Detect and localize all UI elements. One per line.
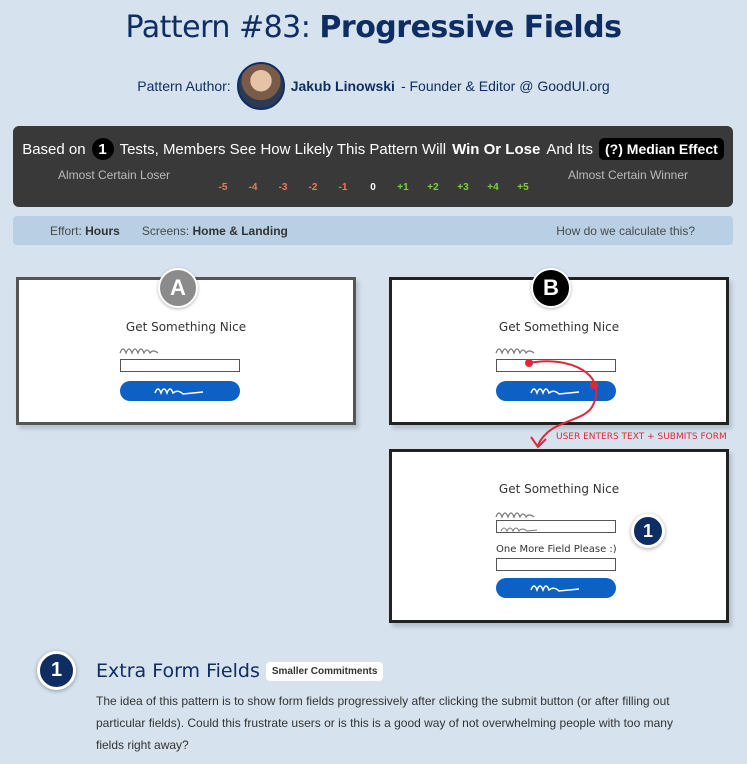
- mockup-title: Get Something Nice: [498, 482, 620, 496]
- mockup-submit-button: [496, 578, 616, 598]
- variant-a-badge: A: [158, 268, 198, 308]
- screens-label: Screens:: [141, 223, 190, 238]
- scale-tick: -1: [338, 182, 348, 193]
- score-box: Based on 1 Tests, Members See How Likely…: [13, 126, 733, 207]
- variant-b-step2-mockup: Get Something Nice One More Field Please…: [389, 449, 729, 623]
- step-number-badge: 1: [631, 514, 665, 548]
- scale-tick: -4: [248, 182, 258, 193]
- effort-info: Effort: Hours: [50, 224, 120, 238]
- author-line: Pattern Author: Jakub Linowski - Founder…: [0, 62, 747, 110]
- screens-info: Screens: Home & Landing: [142, 224, 288, 238]
- tests-count-badge: 1: [91, 138, 114, 160]
- section-header: Extra Form Fields Smaller Commitments: [96, 660, 384, 682]
- and-its-text: And Its: [546, 140, 594, 158]
- scale-tick: -2: [308, 182, 318, 193]
- scale-tick: -5: [218, 182, 228, 193]
- scale-tick: +2: [427, 182, 439, 193]
- scribble-label: [119, 348, 159, 355]
- scale-tick: +1: [397, 182, 409, 193]
- effort-value: Hours: [85, 223, 120, 238]
- effort-label: Effort:: [50, 223, 82, 238]
- how-calculate-link[interactable]: How do we calculate this?: [556, 224, 695, 238]
- scale-tick: +5: [517, 182, 529, 193]
- section-tag[interactable]: Smaller Commitments: [265, 661, 384, 681]
- scale-tick: +3: [457, 182, 469, 193]
- scale-tick: 0: [370, 182, 376, 193]
- mockup-text-field: [120, 359, 240, 372]
- likelihood-scale: -5 -4 -3 -2 -1 0 +1 +2 +3 +4 +5: [208, 182, 538, 193]
- screens-value: Home & Landing: [192, 223, 288, 238]
- arrow-caption: USER ENTERS TEXT + SUBMITS FORM: [556, 432, 727, 442]
- mockup-title: Get Something Nice: [125, 320, 247, 334]
- section-description: The idea of this pattern is to show form…: [96, 694, 673, 752]
- page-title: Pattern #83: Progressive Fields: [0, 10, 747, 45]
- mockup-extra-field: [496, 558, 616, 571]
- based-on-text: Based on: [22, 140, 86, 158]
- winner-label: Almost Certain Winner: [567, 168, 688, 182]
- variant-b-badge: B: [531, 268, 571, 308]
- scribble-label: [495, 512, 535, 519]
- author-name-link[interactable]: Jakub Linowski: [291, 78, 395, 94]
- section-title: Extra Form Fields: [96, 660, 260, 682]
- avatar: [236, 62, 285, 110]
- info-bar: Effort: Hours Screens: Home & Landing Ho…: [13, 216, 733, 245]
- win-lose-text: Win Or Lose: [452, 140, 541, 158]
- section-number-badge: 1: [37, 651, 76, 690]
- mockup-title: Get Something Nice: [498, 320, 620, 334]
- mockup-filled-field: [496, 520, 616, 533]
- author-label: Pattern Author:: [137, 78, 231, 94]
- author-role: - Founder & Editor @ GoodUI.org: [400, 78, 610, 94]
- title-bold: Progressive Fields: [319, 10, 622, 45]
- scale-tick: -3: [278, 182, 288, 193]
- extra-field-label: One More Field Please :): [496, 544, 617, 555]
- mockup-submit-button: [120, 381, 240, 401]
- median-effect-button[interactable]: (?) Median Effect: [599, 138, 724, 160]
- tests-text: Tests, Members See How Likely This Patte…: [119, 140, 447, 158]
- loser-label: Almost Certain Loser: [58, 168, 171, 182]
- title-prefix: Pattern #83:: [125, 10, 320, 45]
- scale-tick: +4: [487, 182, 499, 193]
